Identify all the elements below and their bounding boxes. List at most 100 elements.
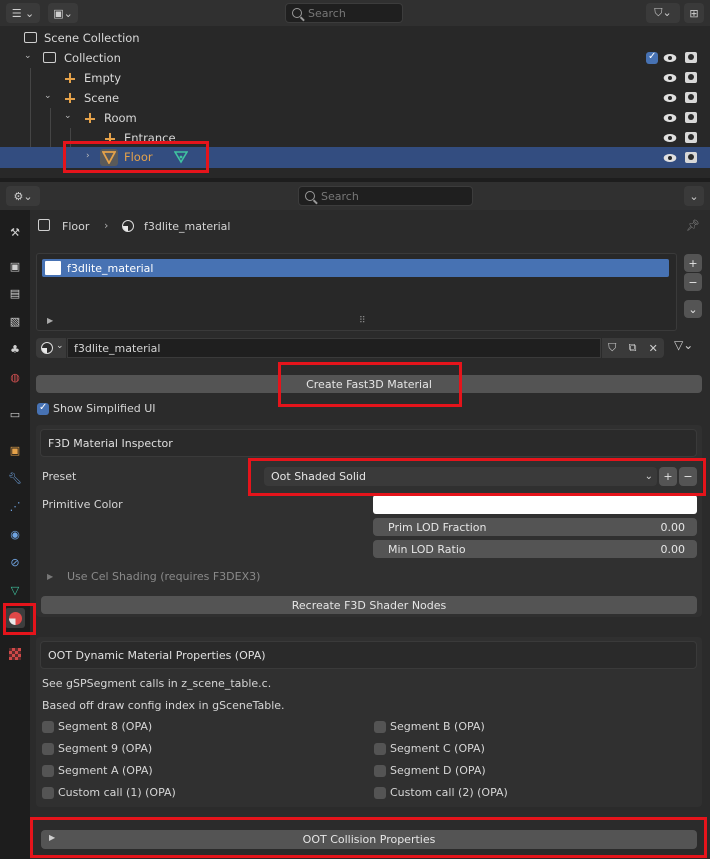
add-slot-button[interactable]: + [684, 254, 702, 272]
chevron-down-icon: ⌄ [688, 302, 698, 316]
expand-triangle-icon[interactable]: ▶ [47, 316, 53, 325]
min-lod-ratio-field[interactable]: Min LOD Ratio 0.00 [373, 540, 697, 558]
duplicate-icon[interactable]: ⧉ [629, 341, 637, 355]
render-icon: ▣ [9, 259, 21, 273]
minus-icon: − [688, 275, 698, 289]
oot-collision-panel-header[interactable]: ▶ OOT Collision Properties [41, 830, 697, 849]
custom-call-label: Custom call (1) (OPA) [58, 786, 176, 799]
slot-specials-dropdown[interactable]: ⌄ [684, 300, 702, 318]
segment-note: See gSPSegment calls in z_scene_table.c. [42, 677, 272, 690]
create-fast3d-material-button[interactable]: Create Fast3D Material [36, 375, 702, 393]
prim-lod-fraction-field[interactable]: Prim LOD Fraction 0.00 [373, 518, 697, 536]
tab-view-layer[interactable]: ▧ [5, 311, 25, 331]
material-icon [41, 342, 53, 354]
recreate-shader-nodes-button[interactable]: Recreate F3D Shader Nodes [41, 596, 697, 614]
pin-icon[interactable]: 📌︎ [686, 219, 700, 232]
eye-icon[interactable] [663, 153, 677, 163]
camera-icon[interactable] [685, 72, 697, 83]
camera-icon[interactable] [685, 52, 697, 63]
link-mode-dropdown[interactable]: ▽⌄ [674, 338, 704, 358]
material-name-field[interactable]: f3dlite_material [67, 338, 601, 358]
segment-checkbox[interactable] [42, 743, 54, 755]
segment-checkbox[interactable] [42, 721, 54, 733]
wrench-icon: 🔧︎ [8, 471, 22, 485]
field-label: Prim LOD Fraction [388, 520, 487, 534]
eye-icon[interactable] [663, 113, 677, 123]
material-slot-row[interactable]: f3dlite_material [42, 259, 669, 277]
eye-icon[interactable] [663, 53, 677, 63]
primitive-color-swatch[interactable] [373, 495, 697, 514]
segment-checkbox[interactable] [374, 721, 386, 733]
tab-object[interactable]: ▣ [5, 440, 25, 460]
eye-icon[interactable] [663, 73, 677, 83]
resize-handle-icon[interactable]: ⠿ [359, 316, 366, 326]
cel-shading-subpanel[interactable]: Use Cel Shading (requires F3DEX3) [67, 570, 260, 583]
tab-constraints[interactable]: ⊘ [5, 552, 25, 572]
camera-icon[interactable] [685, 132, 697, 143]
material-datablock-actions: ⛉ ⧉ ✕ [602, 338, 664, 358]
camera-icon[interactable] [685, 112, 697, 123]
breadcrumb-object: Floor [62, 220, 90, 233]
eye-icon[interactable] [663, 133, 677, 143]
camera-icon[interactable] [685, 152, 697, 163]
preset-dropdown[interactable]: Oot Shaded Solid ⌄ [264, 467, 657, 486]
plus-icon: + [663, 470, 673, 483]
chevron-down-icon: ⌄ [644, 471, 653, 482]
panel-title: OOT Dynamic Material Properties (OPA) [48, 648, 266, 662]
button-label: Create Fast3D Material [306, 377, 432, 391]
segment-label: Segment D (OPA) [390, 764, 486, 777]
f3d-inspector-header[interactable]: F3D Material Inspector [40, 429, 697, 457]
camera-icon[interactable] [685, 92, 697, 103]
close-icon[interactable]: ✕ [649, 342, 658, 355]
options-dropdown[interactable]: ⌄ [684, 186, 704, 206]
tab-data[interactable]: ▽ [5, 580, 25, 600]
minus-icon: − [683, 470, 693, 483]
tab-output[interactable]: ▤ [5, 283, 25, 303]
object-icon [38, 219, 50, 231]
add-preset-button[interactable]: + [659, 467, 677, 486]
segment-label: Segment A (OPA) [58, 764, 153, 777]
search-icon [305, 191, 315, 201]
plus-icon: + [688, 256, 698, 270]
tab-world[interactable]: ◍ [5, 367, 25, 387]
editor-type-dropdown[interactable]: ⚙⌄ [6, 186, 40, 206]
primitive-color-label: Primitive Color [42, 498, 123, 511]
particles-icon: ⋰ [9, 499, 21, 513]
fake-user-shield-icon[interactable]: ⛉ [608, 341, 616, 355]
output-icon: ▤ [9, 286, 21, 300]
tab-particles[interactable]: ⋰ [5, 496, 25, 516]
field-value: 0.00 [660, 520, 686, 534]
properties-search-input[interactable]: Search [298, 186, 473, 206]
segment-label: Segment 8 (OPA) [58, 720, 153, 733]
expand-triangle-icon[interactable]: ▶ [47, 572, 53, 581]
show-simplified-ui-checkbox[interactable] [37, 402, 49, 415]
custom-call-checkbox[interactable] [374, 787, 386, 799]
custom-call-checkbox[interactable] [42, 787, 54, 799]
segment-checkbox[interactable] [374, 743, 386, 755]
scene-icon: ♣ [10, 342, 20, 356]
panel-title: OOT Collision Properties [302, 833, 436, 846]
properties-header: ⚙⌄ Search ⌄ [0, 182, 710, 210]
physics-icon: ◉ [10, 527, 20, 541]
oot-dynamic-header[interactable]: OOT Dynamic Material Properties (OPA) [40, 641, 697, 669]
properties-tab-bar: ⚒ ▣ ▤ ▧ ♣ ◍ ▭ ▣ 🔧︎ ⋰ ◉ ⊘ ▽ [0, 210, 30, 859]
eye-icon[interactable] [663, 93, 677, 103]
tab-collection[interactable]: ▭ [5, 404, 25, 424]
properties-icon: ⚙⌄ [13, 189, 33, 203]
remove-preset-button[interactable]: − [679, 467, 697, 486]
tab-scene[interactable]: ♣ [5, 339, 25, 359]
visibility-column [0, 0, 710, 178]
tab-render[interactable]: ▣ [5, 256, 25, 276]
tab-tool[interactable]: ⚒ [5, 222, 25, 242]
tab-physics[interactable]: ◉ [5, 524, 25, 544]
tab-texture[interactable] [5, 644, 25, 664]
browse-material-dropdown[interactable]: ⌄ [36, 338, 66, 358]
button-label: Recreate F3D Shader Nodes [291, 598, 447, 612]
constraints-icon: ⊘ [10, 555, 20, 569]
segment-checkbox[interactable] [42, 765, 54, 777]
tab-modifiers[interactable]: 🔧︎ [5, 468, 25, 488]
segment-checkbox[interactable] [374, 765, 386, 777]
tab-material[interactable] [5, 608, 25, 628]
remove-slot-button[interactable]: − [684, 273, 702, 291]
texture-icon [9, 648, 21, 660]
